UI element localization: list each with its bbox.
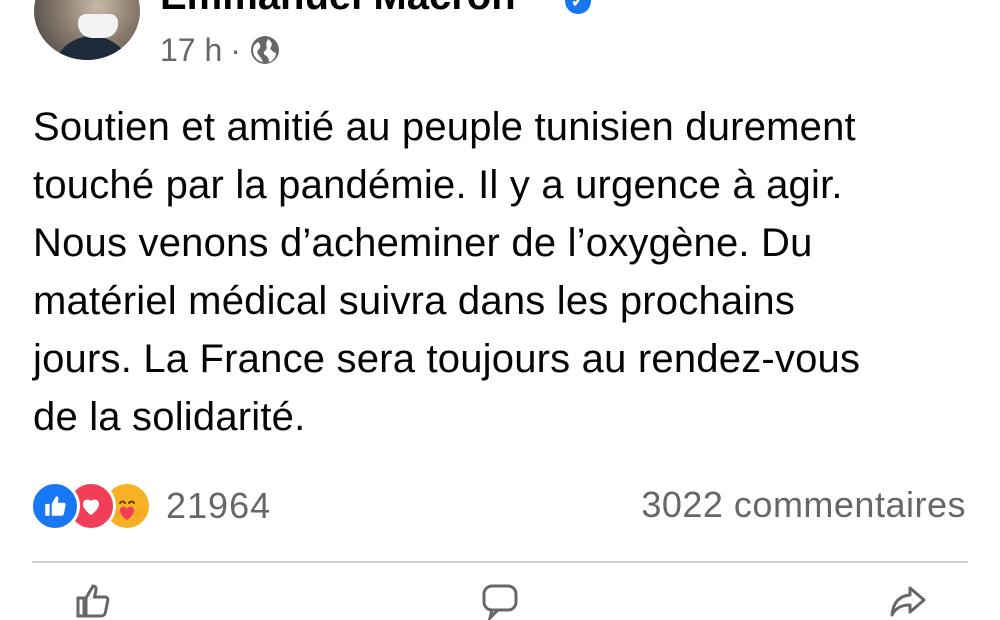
reactions-summary[interactable]: 21964 — [30, 481, 272, 531]
verified-badge-icon: ✓ — [565, 0, 591, 14]
share-icon[interactable] — [888, 580, 928, 620]
actions-divider — [32, 561, 968, 563]
like-icon[interactable] — [72, 580, 112, 620]
post-text: Soutien et amitié au peuple tunisien dur… — [33, 105, 861, 439]
author-avatar[interactable] — [34, 0, 140, 60]
meta-separator: · — [230, 31, 241, 68]
post-header: Emmanuel Macron ✓ 17 h · — [0, 0, 1000, 80]
globe-icon[interactable] — [249, 34, 281, 66]
reactions-count: 21964 — [166, 485, 272, 526]
comments-count[interactable]: 3022 commentaires — [641, 484, 966, 526]
post-meta: 17 h · — [160, 30, 281, 70]
post-actions — [32, 580, 968, 620]
comment-icon[interactable] — [480, 580, 520, 620]
post-timestamp[interactable]: 17 h — [160, 32, 222, 69]
avatar-mask — [78, 14, 118, 38]
avatar-suit — [52, 36, 132, 60]
like-icon — [30, 481, 80, 531]
author-name[interactable]: Emmanuel Macron — [160, 0, 516, 19]
